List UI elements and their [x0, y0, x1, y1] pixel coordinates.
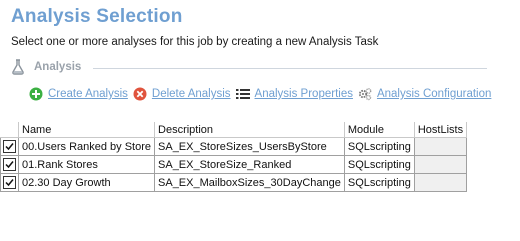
row-description: SA_EX_StoreSizes_UsersByStore [154, 137, 345, 156]
row-name: 01.Rank Stores [17, 155, 156, 174]
analysis-table: Name Description Module HostLists 00.Use… [0, 122, 468, 192]
row-module: SQLscripting [343, 155, 415, 174]
add-icon [29, 87, 43, 101]
analysis-toolbar: Create Analysis Delete Analysis Analysis… [29, 86, 496, 102]
header-module[interactable]: Module [344, 122, 415, 138]
header-description[interactable]: Description [154, 122, 345, 138]
create-analysis-label[interactable]: Create Analysis [48, 88, 128, 100]
row-checkbox-cell[interactable] [0, 137, 19, 156]
delete-icon [133, 87, 147, 101]
checkmark-icon [5, 179, 14, 187]
analysis-configuration-label[interactable]: Analysis Configuration [377, 88, 491, 100]
row-description: SA_EX_StoreSize_Ranked [154, 155, 345, 174]
analysis-configuration-button[interactable]: Analysis Configuration [358, 87, 491, 101]
header-check-column [0, 122, 19, 138]
list-icon [235, 87, 250, 101]
row-name: 02.30 Day Growth [17, 173, 156, 192]
create-analysis-button[interactable]: Create Analysis [29, 87, 128, 101]
row-hostlists [413, 173, 468, 192]
table-header-row: Name Description Module HostLists [0, 122, 468, 138]
section-label: Analysis [34, 61, 82, 73]
analysis-properties-button[interactable]: Analysis Properties [235, 87, 353, 101]
flask-icon [11, 59, 25, 75]
table-row[interactable]: 01.Rank Stores SA_EX_StoreSize_Ranked SQ… [0, 155, 468, 174]
row-checkbox[interactable] [3, 140, 16, 153]
row-checkbox-cell[interactable] [0, 155, 19, 174]
section-divider [93, 68, 487, 69]
row-description: SA_EX_MailboxSizes_30DayChange [154, 173, 345, 192]
checkmark-icon [5, 143, 14, 151]
row-checkbox[interactable] [3, 176, 16, 189]
row-checkbox-cell[interactable] [0, 173, 19, 192]
row-checkbox[interactable] [3, 158, 16, 171]
row-hostlists [413, 155, 468, 174]
row-hostlists [413, 137, 468, 156]
delete-analysis-button[interactable]: Delete Analysis [133, 87, 231, 101]
header-hostlists[interactable]: HostLists [414, 122, 468, 138]
table-row[interactable]: 00.Users Ranked by Store SA_EX_StoreSize… [0, 137, 468, 156]
row-module: SQLscripting [343, 173, 415, 192]
table-row[interactable]: 02.30 Day Growth SA_EX_MailboxSizes_30Da… [0, 173, 468, 192]
delete-analysis-label[interactable]: Delete Analysis [152, 88, 231, 100]
page-subtitle: Select one or more analyses for this job… [11, 36, 379, 48]
header-name[interactable]: Name [18, 122, 156, 138]
gears-icon [358, 87, 372, 101]
analysis-properties-label[interactable]: Analysis Properties [255, 88, 353, 100]
analysis-section-header: Analysis [11, 59, 487, 75]
checkmark-icon [5, 161, 14, 169]
row-module: SQLscripting [343, 137, 415, 156]
row-name: 00.Users Ranked by Store [17, 137, 156, 156]
page-title: Analysis Selection [11, 6, 183, 27]
